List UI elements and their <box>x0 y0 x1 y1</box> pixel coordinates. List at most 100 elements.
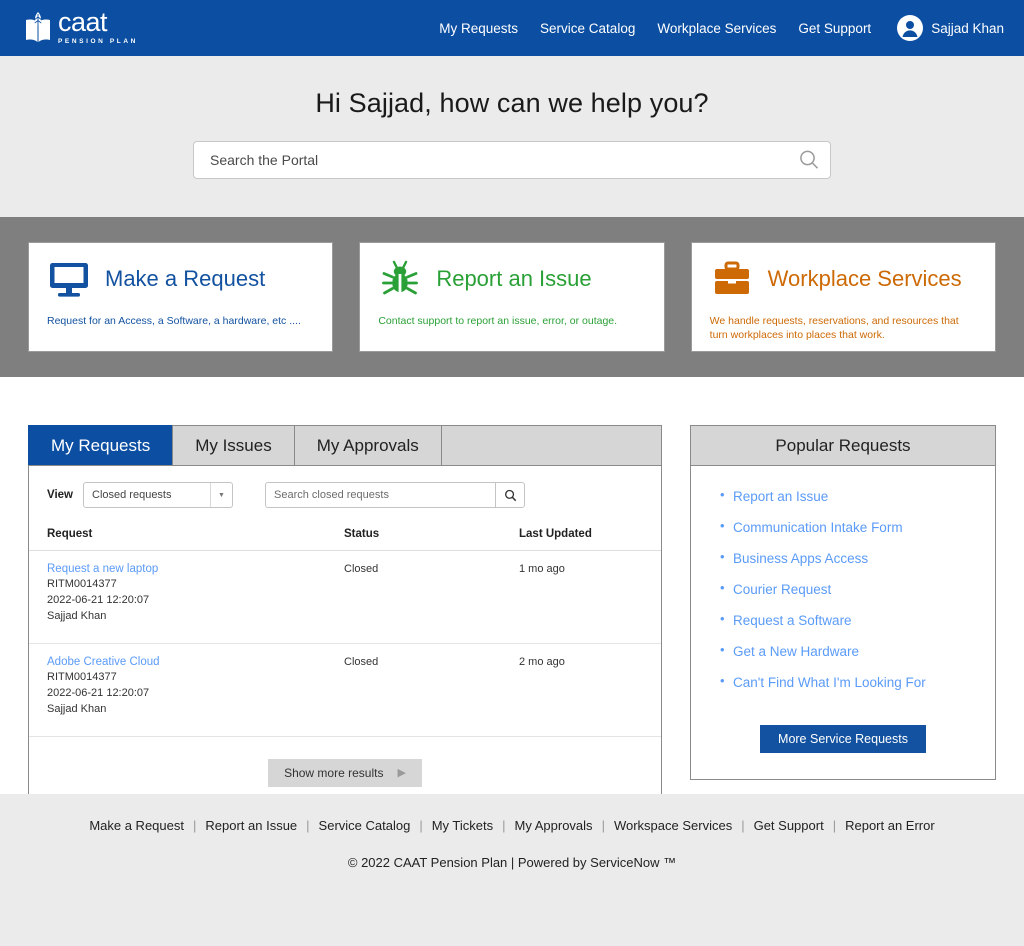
request-number: RITM0014377 <box>47 670 117 683</box>
tab-bar: My Requests My Issues My Approvals <box>28 425 662 465</box>
nav-item-service-catalog[interactable]: Service Catalog <box>540 21 635 36</box>
card-title: Report an Issue <box>436 266 592 291</box>
card-description: We handle requests, reservations, and re… <box>709 315 959 342</box>
request-status: Closed <box>344 643 519 737</box>
user-menu[interactable]: Sajjad Khan <box>897 15 1004 41</box>
footer-link-report-an-error[interactable]: Report an Error <box>836 818 944 833</box>
logo-tagline: PENSION PLAN <box>58 37 138 45</box>
footer-link-get-support[interactable]: Get Support <box>745 818 833 833</box>
tab-bar-filler <box>440 425 662 465</box>
popular-link-business-apps-access[interactable]: Business Apps Access <box>733 551 868 566</box>
popular-requests-widget: Popular Requests Report an Issue Communi… <box>690 425 996 780</box>
popular-link-cant-find-what-im-looking-for[interactable]: Can't Find What I'm Looking For <box>733 675 926 690</box>
more-service-requests-button[interactable]: More Service Requests <box>760 725 926 753</box>
hero-section: Hi Sajjad, how can we help you? <box>0 56 1024 217</box>
view-select-value: Closed requests <box>92 489 172 501</box>
top-navigation-bar: caat PENSION PLAN My Requests Service Ca… <box>0 0 1024 56</box>
view-select[interactable]: Closed requests ▼ <box>83 482 233 508</box>
requests-search-button[interactable] <box>495 482 525 508</box>
footer-link-my-approvals[interactable]: My Approvals <box>506 818 602 833</box>
search-icon <box>504 489 516 501</box>
popular-requests-list: Report an Issue Communication Intake For… <box>691 487 995 692</box>
search-input[interactable] <box>208 151 798 169</box>
request-requester: Sajjad Khan <box>47 702 107 715</box>
list-item: Report an Issue <box>720 487 995 506</box>
card-workplace-services[interactable]: Workplace Services We handle requests, r… <box>690 242 996 352</box>
requests-table: Request Status Last Updated Request a ne… <box>29 524 661 737</box>
request-link[interactable]: Request a new laptop <box>47 563 344 575</box>
card-make-a-request[interactable]: Make a Request Request for an Access, a … <box>28 242 334 352</box>
popular-link-request-a-software[interactable]: Request a Software <box>733 613 852 628</box>
popular-requests-body: Report an Issue Communication Intake For… <box>691 466 995 779</box>
bug-icon <box>382 260 419 295</box>
column-header-last-updated: Last Updated <box>519 524 661 551</box>
logo-wordmark: caat <box>58 6 108 37</box>
caat-logo[interactable]: caat PENSION PLAN <box>24 6 138 46</box>
nav-item-my-requests[interactable]: My Requests <box>439 21 518 36</box>
request-status: Closed <box>344 550 519 644</box>
quick-action-cards-band: Make a Request Request for an Access, a … <box>0 217 1024 377</box>
footer-link-report-an-issue[interactable]: Report an Issue <box>196 818 306 833</box>
footer-nav: Make a Request | Report an Issue | Servi… <box>80 818 943 833</box>
request-requester: Sajjad Khan <box>47 609 107 622</box>
footer-link-make-a-request[interactable]: Make a Request <box>80 818 193 833</box>
table-row[interactable]: Request a new laptop RITM0014377 2022-06… <box>29 550 661 644</box>
more-service-requests-row: More Service Requests <box>691 705 995 753</box>
main-content: My Requests My Issues My Approvals View … <box>0 377 1024 814</box>
table-header-row: Request Status Last Updated <box>29 524 661 551</box>
nav-item-get-support[interactable]: Get Support <box>798 21 871 36</box>
card-report-an-issue[interactable]: Report an Issue Contact support to repor… <box>359 242 665 352</box>
list-item: Courier Request <box>720 580 995 599</box>
user-avatar-icon <box>897 15 924 41</box>
user-name-label: Sajjad Khan <box>931 20 1004 36</box>
page-title: Hi Sajjad, how can we help you? <box>315 88 709 118</box>
request-link[interactable]: Adobe Creative Cloud <box>47 656 344 668</box>
popular-link-communication-intake-form[interactable]: Communication Intake Form <box>733 520 903 535</box>
tab-my-issues[interactable]: My Issues <box>172 425 295 465</box>
monitor-icon <box>50 263 88 297</box>
footer-link-service-catalog[interactable]: Service Catalog <box>310 818 420 833</box>
request-last-updated: 1 mo ago <box>519 550 661 644</box>
table-row[interactable]: Adobe Creative Cloud RITM0014377 2022-06… <box>29 643 661 737</box>
popular-link-get-a-new-hardware[interactable]: Get a New Hardware <box>733 644 859 659</box>
page-footer: Make a Request | Report an Issue | Servi… <box>0 794 1024 946</box>
requests-search-input[interactable] <box>265 482 495 508</box>
popular-requests-box: Popular Requests Report an Issue Communi… <box>690 425 996 780</box>
chevron-down-icon[interactable]: ▼ <box>210 483 232 507</box>
show-more-label: Show more results <box>284 765 384 780</box>
tab-my-approvals[interactable]: My Approvals <box>293 425 442 465</box>
footer-link-my-tickets[interactable]: My Tickets <box>423 818 502 833</box>
play-caret-icon: ▶ <box>397 767 406 780</box>
requests-search <box>265 482 525 508</box>
request-last-updated: 2 mo ago <box>519 643 661 737</box>
card-description: Contact support to report an issue, erro… <box>378 315 618 327</box>
popular-link-report-an-issue[interactable]: Report an Issue <box>733 489 828 504</box>
column-header-request: Request <box>29 524 344 551</box>
tab-my-requests[interactable]: My Requests <box>28 425 174 465</box>
list-item: Get a New Hardware <box>720 642 995 661</box>
card-title: Make a Request <box>105 266 266 291</box>
requests-filter-row: View Closed requests ▼ <box>29 466 661 524</box>
requests-panel: View Closed requests ▼ Search closed req… <box>28 465 662 814</box>
requests-widget: My Requests My Issues My Approvals View … <box>28 425 662 814</box>
card-title: Workplace Services <box>767 266 962 291</box>
card-description: Request for an Access, a Software, a har… <box>47 315 301 327</box>
view-label: View <box>47 489 73 501</box>
popular-link-courier-request[interactable]: Courier Request <box>733 582 831 597</box>
request-date: 2022-06-21 12:20:07 <box>47 686 150 699</box>
popular-requests-title: Popular Requests <box>691 426 995 466</box>
briefcase-icon <box>714 261 749 294</box>
list-item: Can't Find What I'm Looking For <box>720 673 995 692</box>
list-item: Business Apps Access <box>720 549 995 568</box>
list-item: Request a Software <box>720 611 995 630</box>
request-number: RITM0014377 <box>47 578 117 590</box>
nav-item-workplace-services[interactable]: Workplace Services <box>657 21 776 36</box>
portal-search-box[interactable] <box>193 141 831 179</box>
column-header-status: Status <box>344 524 519 551</box>
header-nav-links: My Requests Service Catalog Workplace Se… <box>439 0 1004 56</box>
search-icon[interactable] <box>798 149 820 171</box>
show-more-results-button[interactable]: Show more results ▶ <box>268 758 422 787</box>
footer-link-workspace-services[interactable]: Workspace Services <box>605 818 741 833</box>
request-date: 2022-06-21 12:20:07 <box>47 593 150 606</box>
book-leaf-logo-icon <box>26 12 50 42</box>
